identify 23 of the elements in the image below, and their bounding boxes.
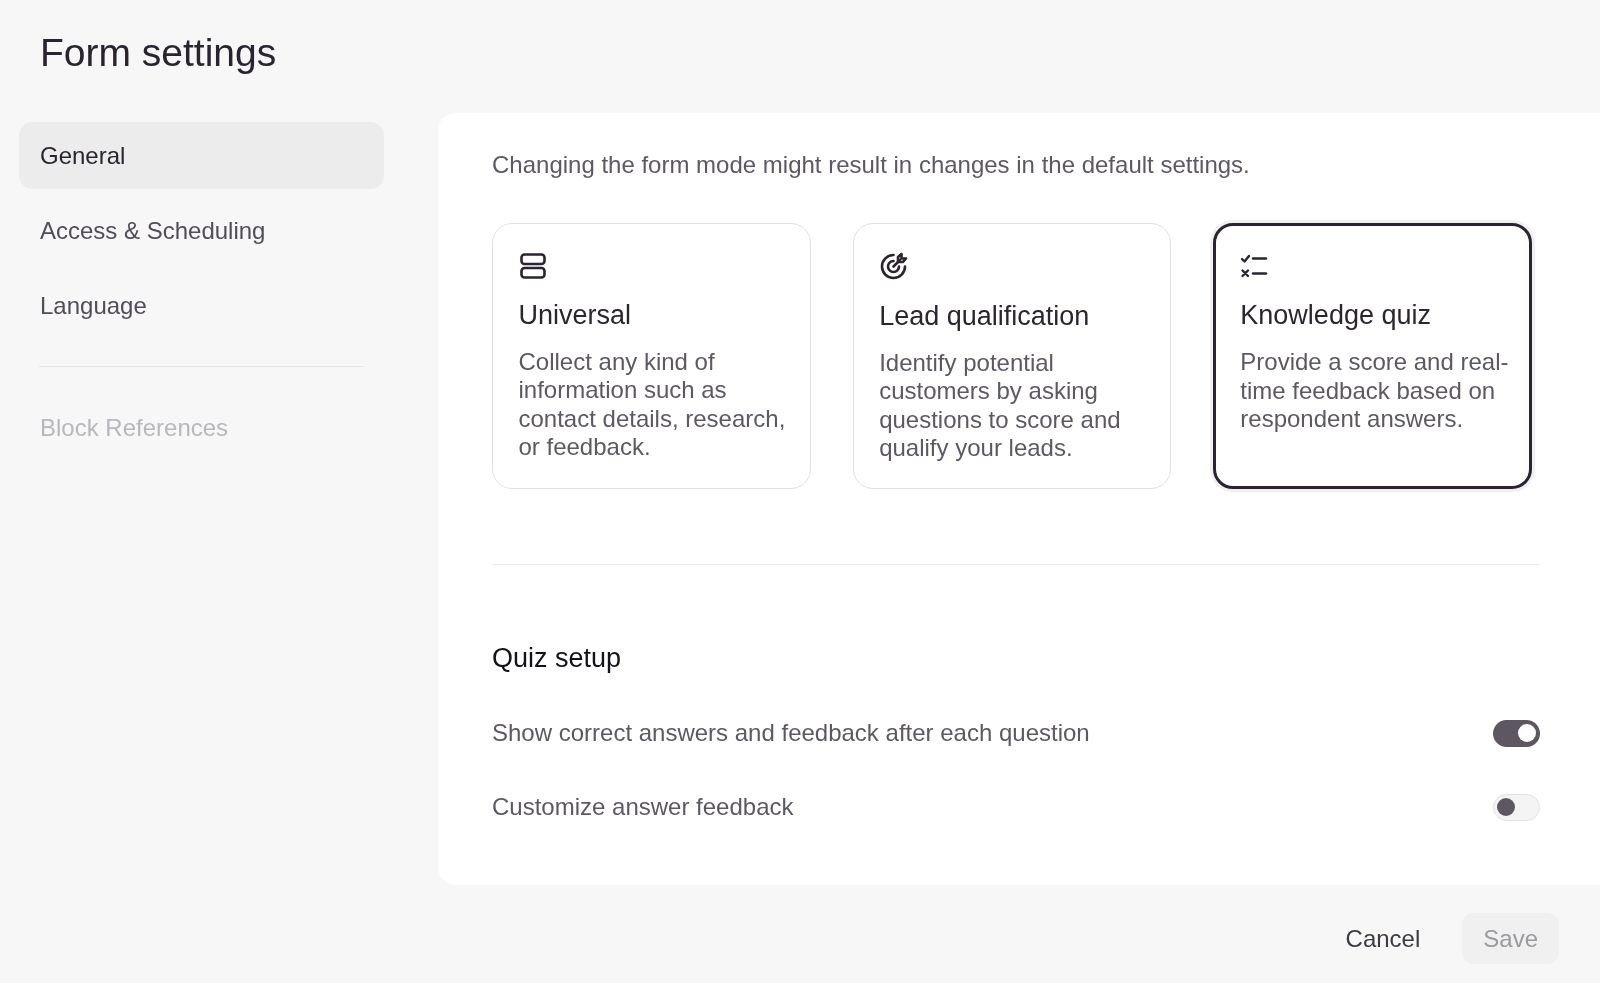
mode-description: Provide a score and real-time feedback based on respondent answers. (1240, 348, 1510, 434)
sidebar-item[interactable]: Access & Scheduling (19, 197, 384, 264)
mode-title: Universal (518, 298, 632, 332)
sidebar-item[interactable]: General (19, 122, 384, 189)
mode-hint-text: Changing the form mode might result in changes in the default settings. (492, 150, 1251, 179)
setting-label: Customize answer feedback (492, 792, 794, 822)
mode-title: Lead qualification (879, 299, 1090, 333)
toggle-switch[interactable] (1493, 719, 1540, 747)
mode-card[interactable]: Lead qualification Identify potential customers by asking questions to score and qualify your leads. (852, 223, 1172, 489)
section-heading: Quiz setup (492, 642, 622, 675)
page-title: Form settings (40, 30, 277, 76)
mode-description: Identify potential customers by asking questions to score and qualify your leads. (879, 348, 1122, 463)
cancel-button[interactable]: Cancel (1325, 913, 1441, 964)
sidebar-item[interactable]: Language (19, 272, 384, 339)
target-icon (879, 251, 909, 281)
mode-card[interactable]: Universal Collect any kind of information such as contact details, research, or feedback. (492, 223, 811, 489)
toggle-switch[interactable] (1493, 793, 1540, 821)
rows-icon (518, 251, 547, 280)
mode-title: Knowledge quiz (1240, 299, 1431, 332)
setting-label: Show correct answers and feedback after each question (492, 718, 1090, 748)
checklist-icon (1240, 252, 1269, 280)
mode-card[interactable]: Knowledge quiz Provide a score and real-time feedback based on respondent answers. (1213, 223, 1532, 489)
mode-description: Collect any kind of information such as contact details, research, or feedback. (518, 347, 787, 462)
